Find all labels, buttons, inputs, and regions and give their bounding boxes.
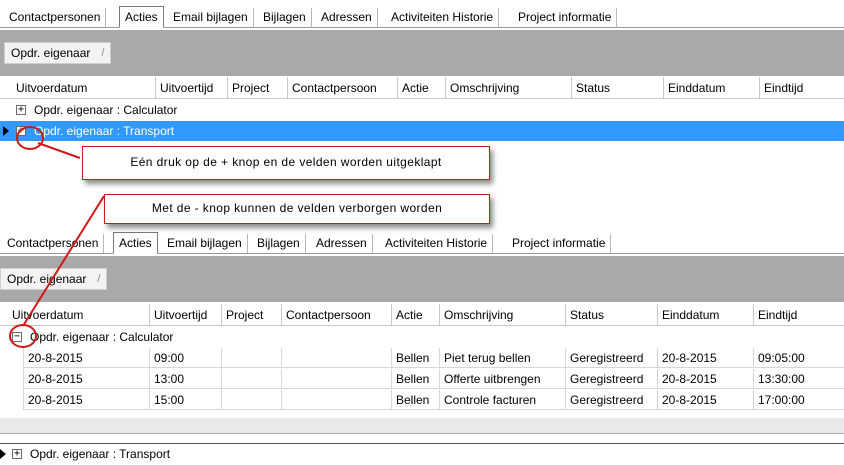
column-header-contactpersoon[interactable]: Contactpersoon: [282, 304, 392, 326]
group-row-label: Opdr. eigenaar : Transport: [30, 447, 171, 461]
tab-email-bijlagen[interactable]: Email bijlagen: [162, 234, 248, 253]
cell-project[interactable]: [222, 348, 282, 368]
cell-uitvoerdatum[interactable]: 20-8-2015: [24, 390, 150, 410]
cell-status[interactable]: Geregistreerd: [566, 348, 658, 368]
column-header-actie[interactable]: Actie: [398, 77, 446, 99]
tab-adressen[interactable]: Adressen: [316, 8, 378, 27]
cell-einddatum[interactable]: 20-8-2015: [658, 390, 754, 410]
tab-bijlagen[interactable]: Bijlagen: [258, 8, 312, 27]
tab-acties[interactable]: Acties: [119, 6, 164, 28]
group-row-label: Opdr. eigenaar : Calculator: [34, 103, 178, 117]
tab-acties[interactable]: Acties: [113, 232, 158, 254]
cell-actie[interactable]: Bellen: [392, 390, 440, 410]
tab-contactpersonen[interactable]: Contactpersonen: [2, 234, 105, 253]
column-header-eindtijd[interactable]: Eindtijd: [754, 304, 844, 326]
cell-status[interactable]: Geregistreerd: [566, 369, 658, 389]
cell-contactpersoon[interactable]: [282, 390, 392, 410]
table-row[interactable]: 20-8-2015 09:00 Bellen Piet terug bellen…: [24, 348, 844, 368]
group-chip-label: Opdr. eigenaar: [7, 272, 87, 286]
group-chip-opdr-eigenaar[interactable]: Opdr. eigenaar /: [4, 42, 112, 64]
table-row[interactable]: 20-8-2015 15:00 Bellen Controle facturen…: [24, 390, 844, 410]
tab-email-bijlagen[interactable]: Email bijlagen: [168, 8, 254, 27]
cell-einddatum[interactable]: 20-8-2015: [658, 348, 754, 368]
column-header-einddatum[interactable]: Einddatum: [658, 304, 754, 326]
callout-expand-hint: Eén druk op de + knop en de velden worde…: [82, 146, 490, 180]
cell-actie[interactable]: Bellen: [392, 348, 440, 368]
column-header-eindtijd[interactable]: Eindtijd: [760, 77, 844, 99]
tab-project-informatie[interactable]: Project informatie: [507, 234, 612, 253]
column-header-project[interactable]: Project: [228, 77, 288, 99]
group-row-label: Opdr. eigenaar : Transport: [34, 124, 175, 138]
column-header-project[interactable]: Project: [222, 304, 282, 326]
row-pointer-icon: [3, 126, 9, 136]
expand-plus-icon[interactable]: +: [16, 126, 26, 136]
tab-activiteiten-historie[interactable]: Activiteiten Historie: [386, 8, 500, 27]
column-header-uitvoerdatum[interactable]: Uitvoerdatum: [12, 77, 156, 99]
tab-activiteiten-historie[interactable]: Activiteiten Historie: [380, 234, 494, 253]
column-header-status[interactable]: Status: [566, 304, 658, 326]
cell-omschrijving[interactable]: Controle facturen: [440, 390, 566, 410]
column-header-row: Uitvoerdatum Uitvoertijd Project Contact…: [0, 77, 844, 99]
cell-contactpersoon[interactable]: [282, 348, 392, 368]
group-row-calculator-expanded[interactable]: − Opdr. eigenaar : Calculator: [0, 327, 844, 347]
grid-panel-collapsed: Contactpersonen Acties Email bijlagen Bi…: [0, 0, 844, 226]
tab-bar: Contactpersonen Acties Email bijlagen Bi…: [0, 232, 844, 254]
callout-collapse-hint: Met de - knop kunnen de velden verborgen…: [104, 194, 490, 224]
tab-adressen[interactable]: Adressen: [311, 234, 373, 253]
cell-eindtijd[interactable]: 17:00:00: [754, 390, 844, 410]
row-pointer-icon: [0, 449, 6, 459]
cell-uitvoertijd[interactable]: 15:00: [150, 390, 222, 410]
collapse-minus-icon[interactable]: −: [12, 332, 22, 342]
cell-eindtijd[interactable]: 09:05:00: [754, 348, 844, 368]
tab-bar: Contactpersonen Acties Email bijlagen Bi…: [0, 6, 844, 28]
column-header-actie[interactable]: Actie: [392, 304, 440, 326]
table-row[interactable]: 20-8-2015 13:00 Bellen Offerte uitbrenge…: [24, 369, 844, 389]
tab-bijlagen[interactable]: Bijlagen: [252, 234, 306, 253]
column-header-contactpersoon[interactable]: Contactpersoon: [288, 77, 398, 99]
cell-omschrijving[interactable]: Offerte uitbrengen: [440, 369, 566, 389]
group-footer-strip: [0, 418, 844, 434]
group-row-calculator[interactable]: + Opdr. eigenaar : Calculator: [0, 100, 844, 120]
column-header-uitvoerdatum[interactable]: Uitvoerdatum: [8, 304, 150, 326]
group-by-panel: Opdr. eigenaar /: [0, 30, 844, 76]
expand-plus-icon[interactable]: +: [12, 449, 22, 459]
cell-uitvoerdatum[interactable]: 20-8-2015: [24, 348, 150, 368]
column-header-uitvoertijd[interactable]: Uitvoertijd: [150, 304, 222, 326]
column-header-status[interactable]: Status: [572, 77, 664, 99]
group-chip-opdr-eigenaar[interactable]: Opdr. eigenaar /: [0, 268, 108, 290]
group-row-label: Opdr. eigenaar : Calculator: [30, 330, 174, 344]
cell-status[interactable]: Geregistreerd: [566, 390, 658, 410]
cell-einddatum[interactable]: 20-8-2015: [658, 369, 754, 389]
column-header-omschrijving[interactable]: Omschrijving: [446, 77, 572, 99]
group-chip-label: Opdr. eigenaar: [11, 46, 91, 60]
group-indent-column: [8, 348, 24, 410]
column-header-omschrijving[interactable]: Omschrijving: [440, 304, 566, 326]
group-row-transport-selected[interactable]: + Opdr. eigenaar : Transport: [0, 121, 844, 141]
group-row-transport[interactable]: + Opdr. eigenaar : Transport: [0, 443, 844, 463]
cell-uitvoerdatum[interactable]: 20-8-2015: [24, 369, 150, 389]
column-header-uitvoertijd[interactable]: Uitvoertijd: [156, 77, 228, 99]
expand-plus-icon[interactable]: +: [16, 105, 26, 115]
grid-panel-expanded: Contactpersonen Acties Email bijlagen Bi…: [0, 232, 844, 465]
group-by-panel: Opdr. eigenaar /: [0, 256, 844, 302]
cell-eindtijd[interactable]: 13:30:00: [754, 369, 844, 389]
cell-contactpersoon[interactable]: [282, 369, 392, 389]
column-header-row: Uitvoerdatum Uitvoertijd Project Contact…: [0, 304, 844, 326]
sort-icon[interactable]: /: [101, 43, 104, 63]
tab-project-informatie[interactable]: Project informatie: [513, 8, 618, 27]
cell-project[interactable]: [222, 369, 282, 389]
sort-icon[interactable]: /: [97, 269, 100, 289]
tab-contactpersonen[interactable]: Contactpersonen: [4, 8, 107, 27]
cell-uitvoertijd[interactable]: 13:00: [150, 369, 222, 389]
cell-uitvoertijd[interactable]: 09:00: [150, 348, 222, 368]
cell-project[interactable]: [222, 390, 282, 410]
cell-actie[interactable]: Bellen: [392, 369, 440, 389]
column-header-einddatum[interactable]: Einddatum: [664, 77, 760, 99]
cell-omschrijving[interactable]: Piet terug bellen: [440, 348, 566, 368]
